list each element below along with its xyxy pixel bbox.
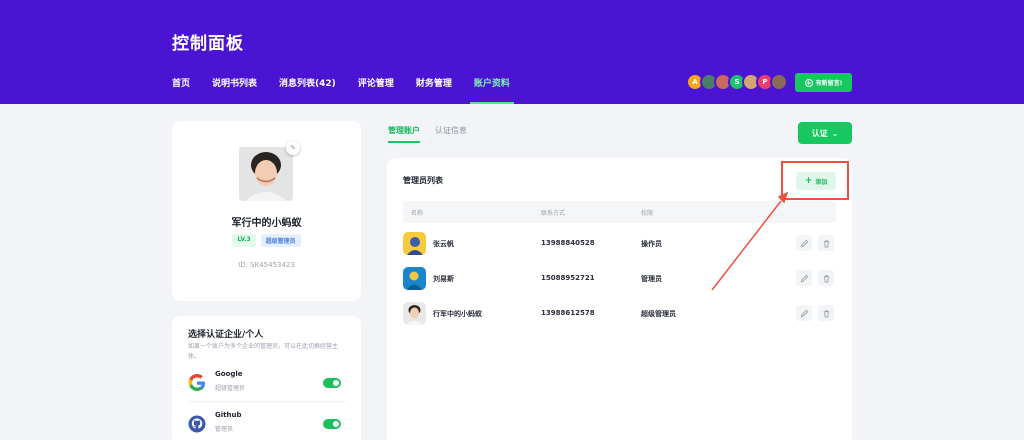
annotation-arrow-icon <box>711 191 789 291</box>
